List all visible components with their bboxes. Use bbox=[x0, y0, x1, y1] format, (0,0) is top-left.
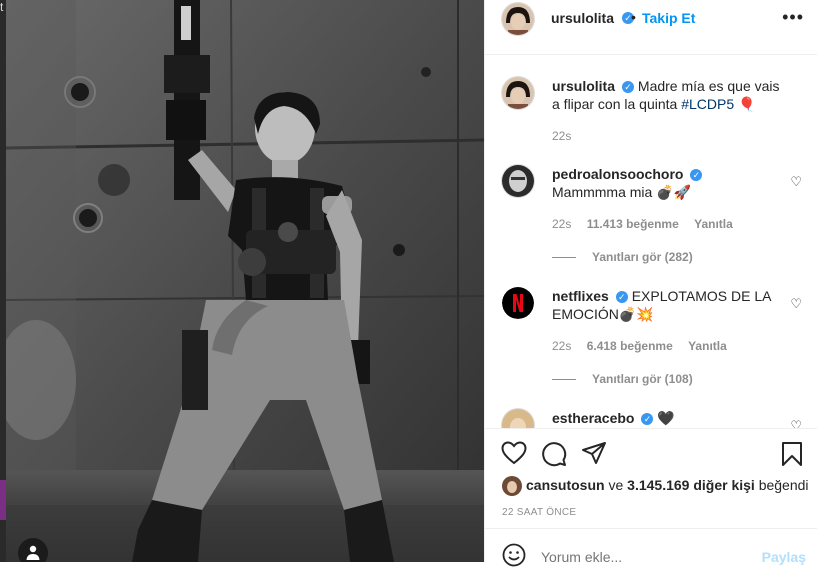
caption-time[interactable]: 22s bbox=[552, 129, 571, 143]
background-text: t bbox=[0, 0, 4, 14]
comment-likes[interactable]: 6.418 beğenme bbox=[587, 339, 673, 353]
separator-dot: • bbox=[631, 9, 636, 25]
reply-button[interactable]: Yanıtla bbox=[694, 217, 733, 231]
comment-input[interactable] bbox=[541, 549, 741, 565]
caption-emoji: 🎈 bbox=[738, 96, 756, 112]
reply-button[interactable]: Yanıtla bbox=[688, 339, 727, 353]
like-heart-icon[interactable] bbox=[501, 441, 527, 465]
likes-count[interactable]: 3.145.169 diğer kişi bbox=[627, 477, 755, 493]
emoji-smiley-icon[interactable] bbox=[502, 543, 526, 567]
comment-likes[interactable]: 11.413 beğenme bbox=[587, 217, 679, 231]
comment-text: netflixes ✓ EXPLOTAMOS DE LA EMOCIÓN💣💥 bbox=[552, 287, 782, 323]
verified-badge-icon: ✓ bbox=[690, 169, 703, 182]
comment-time[interactable]: 22s bbox=[552, 339, 571, 353]
share-paper-plane-icon[interactable] bbox=[581, 441, 607, 465]
comment-message: 🖤 bbox=[657, 410, 675, 426]
comment-username[interactable]: estheracebo bbox=[552, 410, 634, 426]
more-options-icon[interactable]: ••• bbox=[782, 7, 804, 28]
post-details-panel: ursulolita ✓ • Takip Et ••• ursulolita ✓ … bbox=[484, 0, 817, 567]
caption-meta: 22s bbox=[552, 129, 583, 143]
comment-message: Mammmma mia 💣🚀 bbox=[552, 184, 692, 200]
avatar[interactable] bbox=[502, 409, 534, 428]
post-header: ursulolita ✓ • Takip Et ••• bbox=[485, 0, 817, 55]
likes-summary: cansutosun ve 3.145.169 diğer kişi beğen… bbox=[502, 475, 812, 497]
liker-username[interactable]: cansutosun bbox=[526, 477, 605, 493]
comments-list[interactable]: ursulolita ✓ Madre mía es que vais a flip… bbox=[485, 55, 817, 428]
view-replies-button[interactable]: Yanıtları gör (282) bbox=[552, 250, 693, 264]
profile-photo-icon bbox=[502, 165, 534, 197]
follow-button[interactable]: Takip Et bbox=[642, 10, 695, 26]
profile-photo-icon bbox=[502, 476, 522, 497]
comment-text: pedroalonsoochoro ✓ Mammmma mia 💣🚀 bbox=[552, 165, 782, 201]
like-comment-heart-icon[interactable]: ♡ bbox=[790, 418, 802, 428]
verified-badge-icon: ✓ bbox=[641, 413, 654, 426]
post-photo-image bbox=[6, 0, 484, 562]
likes-suffix: beğendi bbox=[758, 477, 809, 493]
view-replies-button[interactable]: Yanıtları gör (108) bbox=[552, 372, 693, 386]
post-comment-button[interactable]: Paylaş bbox=[762, 549, 806, 565]
avatar[interactable] bbox=[502, 77, 534, 109]
user-tag-icon bbox=[26, 545, 40, 560]
comment-text: estheracebo ✓ 🖤 bbox=[552, 409, 782, 427]
tagged-users-button[interactable] bbox=[18, 538, 48, 562]
avatar[interactable] bbox=[502, 287, 534, 319]
likes-connector: ve bbox=[608, 477, 624, 493]
verified-badge-icon: ✓ bbox=[622, 81, 635, 94]
post-actions: cansutosun ve 3.145.169 diğer kişi beğen… bbox=[485, 428, 817, 529]
post-date[interactable]: 22 SAAT ÖNCE bbox=[502, 507, 576, 518]
post-photo[interactable] bbox=[6, 0, 484, 562]
like-comment-heart-icon[interactable]: ♡ bbox=[790, 174, 802, 190]
comment-time[interactable]: 22s bbox=[552, 217, 571, 231]
caption-hashtag[interactable]: #LCDP5 bbox=[681, 96, 734, 112]
save-bookmark-icon[interactable] bbox=[781, 441, 803, 467]
avatar[interactable] bbox=[502, 165, 534, 197]
avatar[interactable] bbox=[502, 3, 534, 35]
comment-username[interactable]: netflixes bbox=[552, 288, 609, 304]
like-comment-heart-icon[interactable]: ♡ bbox=[790, 296, 802, 312]
add-comment-bar: Paylaş bbox=[485, 528, 817, 567]
comment-bubble-icon[interactable] bbox=[541, 441, 567, 467]
profile-photo-icon bbox=[502, 77, 534, 109]
netflix-logo-icon bbox=[502, 287, 534, 319]
profile-photo-icon bbox=[502, 409, 534, 428]
comment-meta: 22s 6.418 beğenme Yanıtla bbox=[552, 339, 739, 353]
caption-text: ursulolita ✓ Madre mía es que vais a flip… bbox=[552, 77, 782, 113]
avatar[interactable] bbox=[502, 476, 522, 497]
caption-username[interactable]: ursulolita bbox=[552, 78, 615, 94]
comment-username[interactable]: pedroalonsoochoro bbox=[552, 166, 683, 182]
verified-badge-icon: ✓ bbox=[615, 291, 628, 304]
profile-photo-icon bbox=[502, 3, 534, 35]
comment-meta: 22s 11.413 beğenme Yanıtla bbox=[552, 217, 745, 231]
post-author-username[interactable]: ursulolita bbox=[551, 10, 614, 26]
